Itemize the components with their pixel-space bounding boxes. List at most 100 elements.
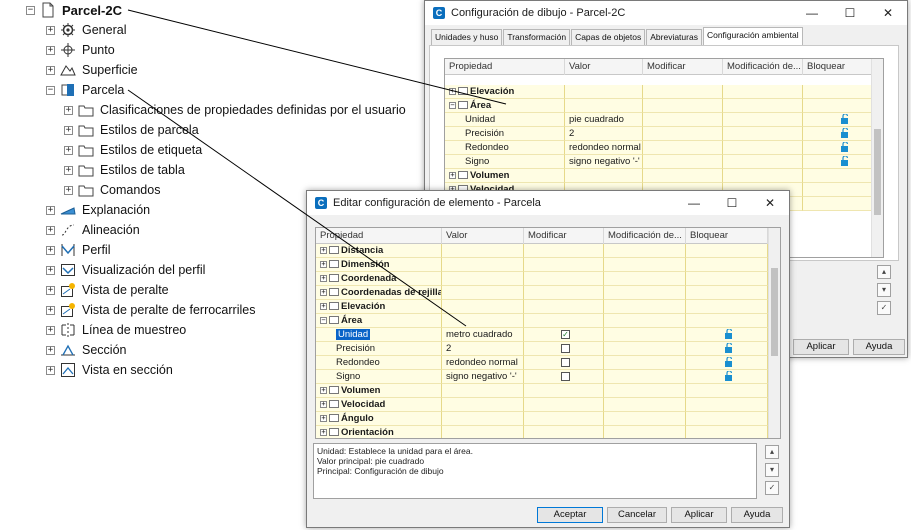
scrollbar-thumb[interactable]	[874, 129, 881, 215]
expand-toggle[interactable]: +	[320, 386, 327, 394]
collapse-toggle[interactable]: −	[449, 101, 456, 109]
override-cell[interactable]	[524, 258, 604, 272]
property-cell[interactable]: + Velocidad	[316, 398, 442, 412]
property-cell[interactable]: + Volumen	[445, 169, 565, 183]
tree-item[interactable]: + Punto	[46, 41, 115, 59]
child-override-cell[interactable]	[604, 258, 686, 272]
child-override-cell[interactable]	[604, 272, 686, 286]
child-override-cell[interactable]	[604, 412, 686, 426]
lock-cell[interactable]	[686, 300, 768, 314]
value-cell[interactable]: redondeo normal	[565, 141, 643, 155]
lock-cell[interactable]	[686, 314, 768, 328]
value-cell[interactable]	[442, 258, 524, 272]
tree-item[interactable]: + Línea de muestreo	[46, 321, 186, 339]
override-checkbox[interactable]	[561, 343, 570, 353]
property-cell[interactable]: + Elevación	[445, 85, 565, 99]
lock-cell[interactable]	[686, 258, 768, 272]
child-override-cell[interactable]	[604, 398, 686, 412]
column-header[interactable]: Modificación de...	[604, 228, 686, 244]
child-override-cell[interactable]	[723, 169, 803, 183]
lock-icon[interactable]	[840, 128, 850, 139]
column-header[interactable]: Propiedad	[445, 59, 565, 75]
maximize-button[interactable]: ☐	[831, 1, 869, 25]
value-cell[interactable]	[565, 169, 643, 183]
column-header[interactable]: Modificar	[524, 228, 604, 244]
help-button[interactable]: Ayuda	[731, 507, 783, 523]
accept-button[interactable]: Aceptar	[537, 507, 603, 523]
expand-toggle[interactable]: +	[46, 205, 55, 215]
tab[interactable]: Transformación	[503, 29, 571, 45]
override-cell[interactable]	[524, 300, 604, 314]
child-override-cell[interactable]	[604, 314, 686, 328]
expand-toggle[interactable]: +	[320, 414, 327, 422]
child-override-cell[interactable]	[723, 99, 803, 113]
lock-cell[interactable]	[686, 244, 768, 258]
expand-toggle[interactable]: +	[46, 265, 55, 275]
property-cell[interactable]: + Orientación	[316, 426, 442, 438]
lock-cell[interactable]	[686, 286, 768, 300]
tree-item[interactable]: − Parcela	[46, 81, 124, 99]
expand-toggle[interactable]: +	[449, 87, 456, 95]
vertical-scrollbar[interactable]	[871, 59, 883, 257]
override-cell[interactable]	[643, 99, 723, 113]
property-cell[interactable]: + Elevación	[316, 300, 442, 314]
tree-item[interactable]: + Explanación	[46, 201, 150, 219]
lock-icon[interactable]	[840, 142, 850, 153]
override-cell[interactable]	[524, 342, 604, 356]
lock-cell[interactable]	[686, 426, 768, 438]
expand-toggle[interactable]: +	[64, 165, 73, 175]
value-cell[interactable]: pie cuadrado	[565, 113, 643, 127]
tree-item[interactable]: + Vista de peralte de ferrocarriles	[46, 301, 255, 319]
lock-icon[interactable]	[724, 371, 734, 382]
override-cell[interactable]	[643, 85, 723, 99]
override-checkbox[interactable]	[561, 357, 570, 367]
value-cell[interactable]	[442, 244, 524, 258]
close-button[interactable]: ✕	[751, 191, 789, 215]
tree-item[interactable]: + Sección	[46, 341, 126, 359]
value-cell[interactable]: 2	[565, 127, 643, 141]
column-header[interactable]: Valor	[442, 228, 524, 244]
lock-cell[interactable]	[686, 342, 768, 356]
drawing-apply-button[interactable]: Aplicar	[793, 339, 849, 355]
sort-down-icon[interactable]: ▾	[765, 463, 779, 477]
value-cell[interactable]	[442, 384, 524, 398]
expand-toggle[interactable]: +	[64, 185, 73, 195]
sort-up-icon[interactable]: ▴	[877, 265, 891, 279]
maximize-button[interactable]: ☐	[713, 191, 751, 215]
override-cell[interactable]	[524, 286, 604, 300]
lock-icon[interactable]	[724, 329, 734, 340]
minimize-button[interactable]: —	[793, 1, 831, 25]
expand-toggle[interactable]: +	[46, 245, 55, 255]
value-cell[interactable]	[565, 99, 643, 113]
child-override-cell[interactable]	[604, 244, 686, 258]
lock-cell[interactable]	[686, 398, 768, 412]
expand-toggle[interactable]: +	[320, 428, 327, 436]
tree-item[interactable]: + Superficie	[46, 61, 138, 79]
column-header[interactable]: Propiedad	[316, 228, 442, 244]
property-cell[interactable]: + Volumen	[316, 384, 442, 398]
property-cell[interactable]: + Coordenadas de rejilla	[316, 286, 442, 300]
child-override-cell[interactable]	[723, 155, 803, 169]
tree-root[interactable]: − Parcel-2C	[26, 1, 122, 19]
value-cell[interactable]: redondeo normal	[442, 356, 524, 370]
lock-icon[interactable]	[840, 156, 850, 167]
child-override-cell[interactable]	[604, 356, 686, 370]
value-cell[interactable]: signo negativo '-'	[442, 370, 524, 384]
scrollbar-thumb[interactable]	[771, 268, 778, 356]
value-cell[interactable]	[442, 272, 524, 286]
expand-toggle[interactable]: +	[46, 345, 55, 355]
column-header[interactable]: Modificación de...	[723, 59, 803, 75]
override-cell[interactable]	[524, 384, 604, 398]
value-cell[interactable]	[442, 300, 524, 314]
apply-button[interactable]: Aplicar	[671, 507, 727, 523]
sort-down-icon[interactable]: ▾	[877, 283, 891, 297]
drawing-help-button[interactable]: Ayuda	[853, 339, 905, 355]
expand-toggle[interactable]: +	[46, 365, 55, 375]
value-cell[interactable]: signo negativo '-'	[565, 155, 643, 169]
property-cell[interactable]: − Área	[445, 99, 565, 113]
child-override-cell[interactable]	[604, 300, 686, 314]
override-cell[interactable]	[524, 244, 604, 258]
expand-toggle[interactable]: +	[46, 65, 55, 75]
override-cell[interactable]	[524, 356, 604, 370]
override-cell[interactable]	[524, 314, 604, 328]
